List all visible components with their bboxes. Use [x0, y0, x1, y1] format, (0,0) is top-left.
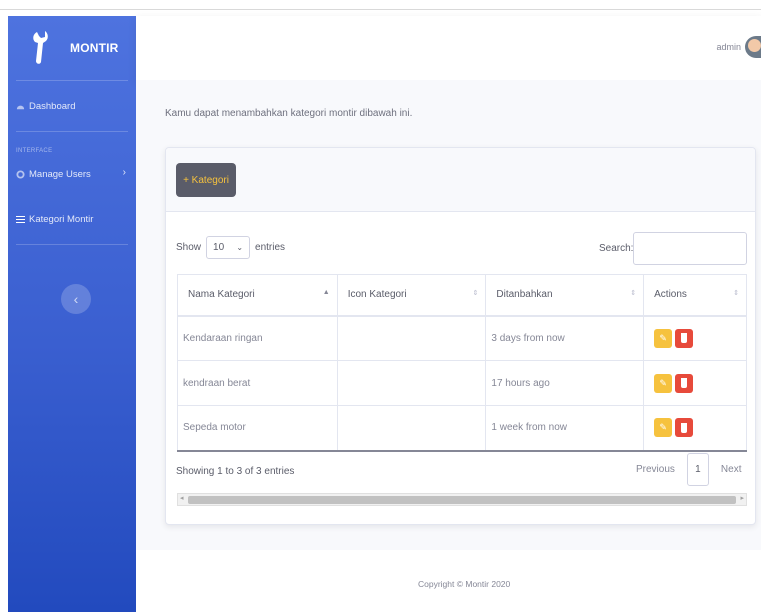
footer: Copyright © Montir 2020: [136, 550, 761, 612]
avatar[interactable]: [745, 36, 761, 58]
scroll-left-icon[interactable]: ◂: [180, 494, 184, 502]
chevron-down-icon: ⌄: [236, 243, 244, 252]
column-ditambahkan[interactable]: Ditanbahkan ⇕: [485, 274, 645, 317]
trash-icon: [681, 333, 688, 344]
sort-icon: ⇕: [630, 290, 637, 297]
column-nama-kategori[interactable]: Nama Kategori ▲: [177, 274, 338, 317]
scrollbar-thumb[interactable]: [188, 496, 736, 504]
dashboard-icon: [16, 105, 25, 109]
sidebar-divider: [16, 131, 128, 132]
add-kategori-button[interactable]: + Kategori: [176, 163, 236, 197]
entries-length: Show 10 ⌄ entries: [176, 236, 285, 259]
cell-actions: ✎: [643, 360, 747, 406]
column-actions[interactable]: Actions ⇕: [643, 274, 747, 317]
cell-ditambahkan: 17 hours ago: [485, 360, 645, 406]
table-header-row: Nama Kategori ▲ Icon Kategori ⇕ Ditanbahka…: [177, 274, 747, 317]
table-info: Showing 1 to 3 of 3 entries: [176, 466, 295, 477]
list-icon: [16, 215, 25, 223]
cell-actions: ✎: [643, 405, 747, 452]
sidebar-divider: [16, 244, 128, 245]
user-name[interactable]: admin: [716, 42, 741, 52]
sort-asc-icon: ▲: [322, 289, 330, 296]
table-row: Kendaraan ringan 3 days from now ✎: [177, 315, 747, 361]
sidebar-item-kategori-montir[interactable]: Kategori Montir: [8, 200, 136, 238]
edit-button[interactable]: ✎: [654, 373, 673, 393]
search-label: Search:: [599, 243, 634, 254]
edit-icon: ✎: [659, 332, 667, 343]
page-description: Kamu dapat menambahkan kategori montir d…: [165, 108, 413, 119]
wrench-icon: [33, 31, 48, 64]
edit-button[interactable]: ✎: [654, 418, 673, 438]
cell-actions: ✎: [643, 315, 747, 361]
horizontal-scrollbar[interactable]: ◂ ▸: [177, 493, 747, 506]
sidebar-item-label: Manage Users: [29, 168, 91, 180]
brand[interactable]: MONTIR: [8, 16, 136, 80]
kategori-card: + Kategori Show 10 ⌄ entries Search: Nam…: [165, 147, 756, 525]
delete-button[interactable]: [675, 373, 694, 393]
edit-icon: ✎: [659, 377, 667, 388]
column-icon-kategori[interactable]: Icon Kategori ⇕: [336, 274, 487, 317]
next-button[interactable]: Next: [721, 464, 742, 475]
previous-button[interactable]: Previous: [636, 464, 675, 475]
copyright: Copyright © Montir 2020: [418, 579, 511, 589]
sort-icon: ⇕: [472, 290, 479, 297]
show-label: Show: [176, 242, 202, 253]
top-border: [0, 9, 761, 10]
trash-icon: [681, 422, 688, 433]
trash-icon: [681, 378, 688, 388]
scroll-right-icon[interactable]: ▸: [740, 494, 744, 502]
main-content: Kamu dapat menambahkan kategori montir d…: [136, 80, 761, 550]
sidebar-item-dashboard[interactable]: Dashboard: [8, 81, 136, 131]
entries-label: entries: [255, 242, 286, 253]
pagination: Previous 1 Next: [636, 453, 741, 486]
search-input[interactable]: [633, 232, 747, 265]
entries-value: 10: [213, 242, 225, 253]
edit-icon: ✎: [659, 422, 667, 433]
column-label: Ditanbahkan: [496, 289, 553, 301]
sort-icon: ⇕: [733, 290, 739, 297]
cell-icon: [336, 360, 487, 406]
topbar: admin: [136, 16, 761, 80]
cell-icon: [336, 315, 487, 361]
page-button-1[interactable]: 1: [686, 453, 709, 486]
gear-icon: [16, 169, 25, 179]
cell-ditambahkan: 1 week from now: [485, 405, 645, 452]
delete-button[interactable]: [675, 418, 694, 438]
card-header: + Kategori: [166, 148, 755, 212]
brand-name: MONTIR: [70, 41, 119, 55]
cell-nama: kendraan berat: [177, 360, 338, 406]
column-label: Actions: [654, 289, 687, 301]
chevron-right-icon: ›: [122, 167, 126, 178]
cell-icon: [336, 405, 487, 452]
sidebar-toggle-button[interactable]: ‹: [61, 284, 91, 314]
kategori-table: Nama Kategori ▲ Icon Kategori ⇕ Ditanbahka…: [177, 274, 747, 452]
chevron-left-icon: ‹: [73, 291, 79, 307]
sidebar-item-label: Kategori Montir: [29, 213, 94, 225]
sidebar-item-manage-users[interactable]: Manage Users ›: [8, 154, 136, 194]
delete-button[interactable]: [675, 328, 694, 348]
edit-button[interactable]: ✎: [654, 328, 673, 348]
cell-nama: Sepeda motor: [177, 405, 338, 452]
table-row: Sepeda motor 1 week from now ✎: [177, 405, 747, 452]
cell-nama: Kendaraan ringan: [177, 315, 338, 361]
cell-ditambahkan: 3 days from now: [485, 315, 645, 361]
table-row: kendraan berat 17 hours ago ✎: [177, 360, 747, 406]
sidebar: MONTIR Dashboard INTERFACE Manage Users …: [8, 16, 136, 612]
sidebar-item-label: Dashboard: [29, 100, 76, 112]
entries-select[interactable]: 10 ⌄: [206, 236, 251, 259]
column-label: Nama Kategori: [188, 289, 255, 301]
column-label: Icon Kategori: [347, 289, 407, 301]
